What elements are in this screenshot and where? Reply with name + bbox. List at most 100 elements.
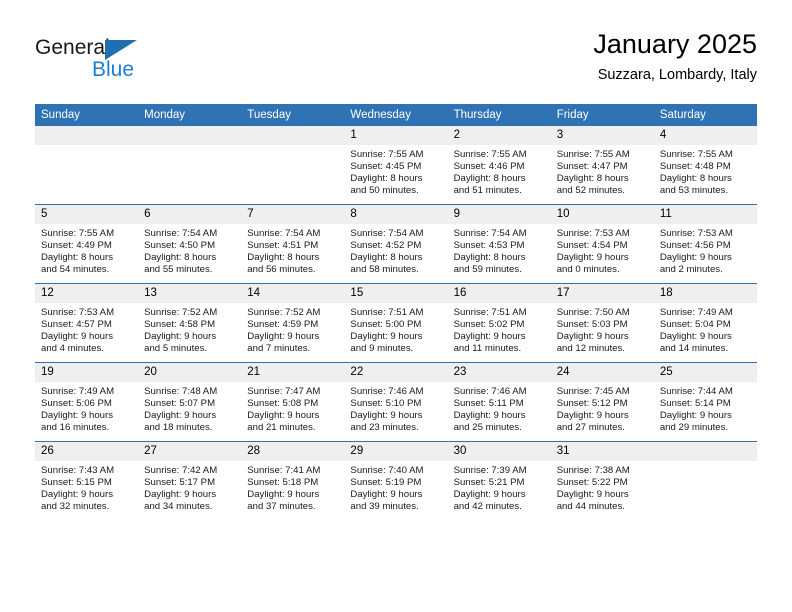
day-info: Sunrise: 7:41 AM Sunset: 5:18 PM Dayligh… [241,461,344,513]
weekday-header-tuesday: Tuesday [241,104,345,126]
day-info: Sunrise: 7:51 AM Sunset: 5:00 PM Dayligh… [344,303,447,355]
day-number: 8 [344,205,448,224]
daylight-text-line1: Daylight: 8 hours [247,252,320,264]
daylight-text-line1: Daylight: 8 hours [350,252,423,264]
day-cell[interactable]: 7 Sunrise: 7:54 AM Sunset: 4:51 PM Dayli… [241,204,345,284]
sunset-text: Sunset: 5:12 PM [556,398,628,410]
day-number: 4 [653,126,757,145]
day-cell[interactable]: 1 Sunrise: 7:55 AM Sunset: 4:45 PM Dayli… [344,126,448,205]
daylight-text-line1: Daylight: 9 hours [659,331,732,343]
sunrise-text: Sunrise: 7:43 AM [41,465,115,476]
day-number: 7 [241,205,345,224]
daylight-text-line1: Daylight: 9 hours [556,489,629,501]
day-cell[interactable] [138,126,242,205]
day-cell[interactable]: 11 Sunrise: 7:53 AM Sunset: 4:56 PM Dayl… [653,204,757,284]
day-cell[interactable]: 2 Sunrise: 7:55 AM Sunset: 4:46 PM Dayli… [447,126,551,205]
day-cell[interactable]: 23 Sunrise: 7:46 AM Sunset: 5:11 PM Dayl… [447,362,551,442]
general-blue-logo[interactable]: General Blue [35,36,245,92]
sunrise-text: Sunrise: 7:55 AM [350,149,424,160]
day-number: 15 [344,284,448,303]
daylight-text-line1: Daylight: 9 hours [659,410,732,422]
sunset-text: Sunset: 4:52 PM [350,240,422,252]
daylight-text-line1: Daylight: 9 hours [41,410,113,422]
week-row: 5 Sunrise: 7:55 AM Sunset: 4:49 PM Dayli… [35,204,757,284]
sunrise-text: Sunrise: 7:55 AM [41,228,115,239]
day-info [241,145,344,149]
daylight-text-line2: and 2 minutes. [659,264,723,276]
day-cell[interactable]: 5 Sunrise: 7:55 AM Sunset: 4:49 PM Dayli… [35,204,139,284]
day-number: 22 [344,363,448,382]
sunrise-text: Sunrise: 7:52 AM [247,307,321,318]
day-info: Sunrise: 7:55 AM Sunset: 4:48 PM Dayligh… [654,145,757,197]
daylight-text-line1: Daylight: 9 hours [453,331,526,343]
daylight-text-line2: and 39 minutes. [350,501,419,513]
day-cell[interactable]: 21 Sunrise: 7:47 AM Sunset: 5:08 PM Dayl… [241,362,345,442]
day-cell[interactable]: 13 Sunrise: 7:52 AM Sunset: 4:58 PM Dayl… [138,283,242,363]
day-cell[interactable]: 9 Sunrise: 7:54 AM Sunset: 4:53 PM Dayli… [447,204,551,284]
daylight-text-line2: and 23 minutes. [350,422,419,434]
daylight-text-line1: Daylight: 9 hours [247,489,320,501]
day-cell[interactable]: 4 Sunrise: 7:55 AM Sunset: 4:48 PM Dayli… [653,126,757,205]
day-number: 27 [138,442,242,461]
daylight-text-line1: Daylight: 9 hours [556,410,629,422]
day-number: 2 [447,126,551,145]
day-cell[interactable]: 6 Sunrise: 7:54 AM Sunset: 4:50 PM Dayli… [138,204,242,284]
day-cell[interactable]: 17 Sunrise: 7:50 AM Sunset: 5:03 PM Dayl… [550,283,654,363]
blue-triangle-icon [105,40,137,60]
sunset-text: Sunset: 5:07 PM [144,398,216,410]
day-info: Sunrise: 7:50 AM Sunset: 5:03 PM Dayligh… [551,303,654,355]
day-number: 23 [447,363,551,382]
day-cell[interactable]: 10 Sunrise: 7:53 AM Sunset: 4:54 PM Dayl… [550,204,654,284]
day-cell[interactable]: 22 Sunrise: 7:46 AM Sunset: 5:10 PM Dayl… [344,362,448,442]
day-cell[interactable]: 15 Sunrise: 7:51 AM Sunset: 5:00 PM Dayl… [344,283,448,363]
day-cell[interactable]: 26 Sunrise: 7:43 AM Sunset: 5:15 PM Dayl… [35,441,139,520]
day-cell[interactable]: 30 Sunrise: 7:39 AM Sunset: 5:21 PM Dayl… [447,441,551,520]
daylight-text-line2: and 56 minutes. [247,264,316,276]
day-cell[interactable]: 25 Sunrise: 7:44 AM Sunset: 5:14 PM Dayl… [653,362,757,442]
weekday-header-thursday: Thursday [447,104,551,126]
day-info: Sunrise: 7:49 AM Sunset: 5:04 PM Dayligh… [654,303,757,355]
sunrise-text: Sunrise: 7:51 AM [453,307,527,318]
day-cell[interactable]: 29 Sunrise: 7:40 AM Sunset: 5:19 PM Dayl… [344,441,448,520]
daylight-text-line2: and 18 minutes. [144,422,213,434]
day-cell[interactable]: 27 Sunrise: 7:42 AM Sunset: 5:17 PM Dayl… [138,441,242,520]
daylight-text-line1: Daylight: 9 hours [247,331,320,343]
weekday-header-wednesday: Wednesday [344,104,448,126]
day-info: Sunrise: 7:46 AM Sunset: 5:10 PM Dayligh… [344,382,447,434]
day-number: 21 [241,363,345,382]
day-info [35,145,138,149]
daylight-text-line1: Daylight: 9 hours [350,410,423,422]
sunrise-text: Sunrise: 7:55 AM [556,149,630,160]
day-info: Sunrise: 7:54 AM Sunset: 4:51 PM Dayligh… [241,224,344,276]
daylight-text-line2: and 44 minutes. [556,501,625,513]
day-cell[interactable]: 14 Sunrise: 7:52 AM Sunset: 4:59 PM Dayl… [241,283,345,363]
day-info: Sunrise: 7:47 AM Sunset: 5:08 PM Dayligh… [241,382,344,434]
day-cell[interactable]: 8 Sunrise: 7:54 AM Sunset: 4:52 PM Dayli… [344,204,448,284]
day-number: 13 [138,284,242,303]
day-cell[interactable]: 28 Sunrise: 7:41 AM Sunset: 5:18 PM Dayl… [241,441,345,520]
day-number: 3 [550,126,654,145]
week-row: 12 Sunrise: 7:53 AM Sunset: 4:57 PM Dayl… [35,283,757,363]
day-info: Sunrise: 7:46 AM Sunset: 5:11 PM Dayligh… [448,382,551,434]
sunset-text: Sunset: 4:57 PM [41,319,112,331]
daylight-text-line1: Daylight: 9 hours [247,410,320,422]
daylight-text-line2: and 5 minutes. [144,343,208,355]
day-info: Sunrise: 7:55 AM Sunset: 4:46 PM Dayligh… [448,145,551,197]
sunset-text: Sunset: 4:48 PM [659,161,731,173]
day-cell[interactable]: 19 Sunrise: 7:49 AM Sunset: 5:06 PM Dayl… [35,362,139,442]
day-cell[interactable]: 16 Sunrise: 7:51 AM Sunset: 5:02 PM Dayl… [447,283,551,363]
daylight-text-line2: and 7 minutes. [247,343,311,355]
day-cell[interactable]: 20 Sunrise: 7:48 AM Sunset: 5:07 PM Dayl… [138,362,242,442]
sunrise-text: Sunrise: 7:54 AM [453,228,527,239]
sunset-text: Sunset: 5:21 PM [453,477,525,489]
day-cell[interactable]: 31 Sunrise: 7:38 AM Sunset: 5:22 PM Dayl… [550,441,654,520]
day-cell[interactable] [35,126,139,205]
day-cell[interactable] [241,126,345,205]
day-cell[interactable]: 24 Sunrise: 7:45 AM Sunset: 5:12 PM Dayl… [550,362,654,442]
day-cell[interactable] [653,441,757,520]
day-cell[interactable]: 3 Sunrise: 7:55 AM Sunset: 4:47 PM Dayli… [550,126,654,205]
sunrise-text: Sunrise: 7:44 AM [659,386,733,397]
day-cell[interactable]: 12 Sunrise: 7:53 AM Sunset: 4:57 PM Dayl… [35,283,139,363]
day-cell[interactable]: 18 Sunrise: 7:49 AM Sunset: 5:04 PM Dayl… [653,283,757,363]
sunset-text: Sunset: 4:45 PM [350,161,422,173]
